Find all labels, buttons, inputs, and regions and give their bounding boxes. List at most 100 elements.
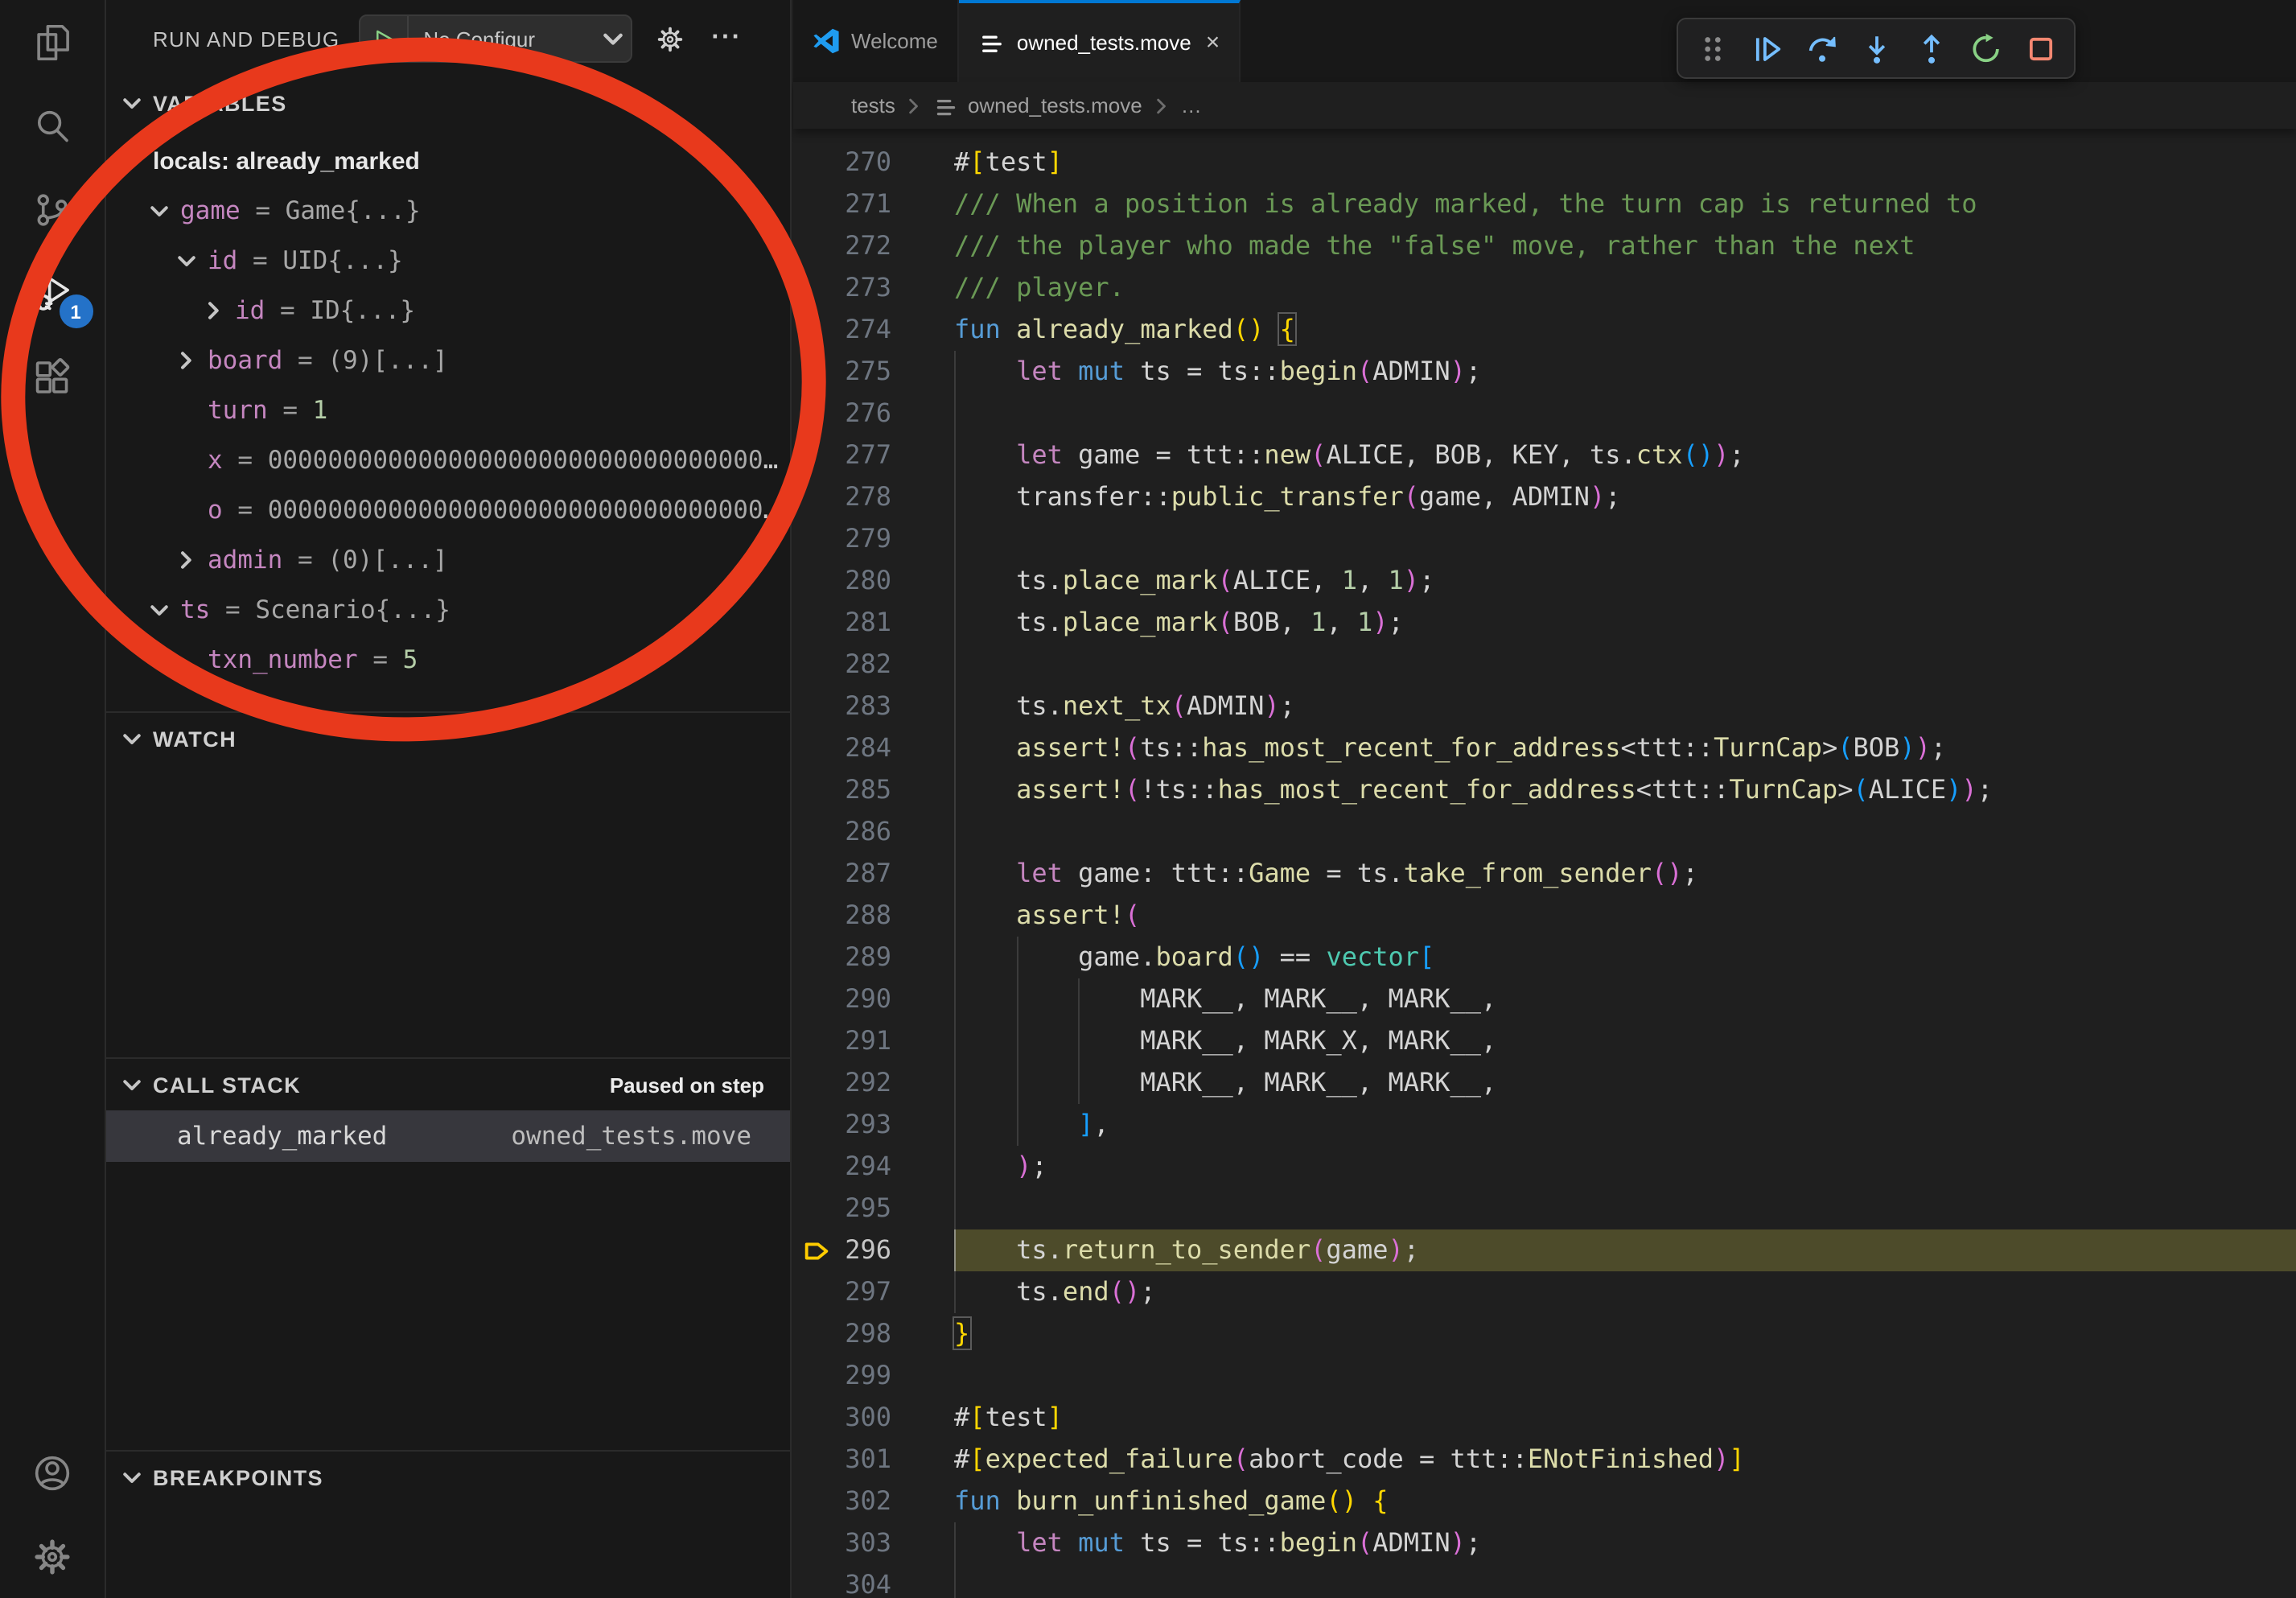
- line-number[interactable]: 274: [838, 309, 891, 351]
- variable-row-ts[interactable]: ts = Scenario{...}: [106, 584, 790, 634]
- breakpoint-gutter[interactable]: [793, 937, 838, 978]
- continue-button[interactable]: [1743, 24, 1791, 72]
- chevron-down-icon[interactable]: [171, 247, 203, 273]
- code-line-content[interactable]: );: [954, 1146, 2296, 1188]
- breadcrumb-item[interactable]: owned_tests.move: [968, 93, 1142, 117]
- start-debug-icon[interactable]: [360, 16, 409, 61]
- breakpoint-gutter[interactable]: [793, 1271, 838, 1313]
- line-number[interactable]: 288: [838, 895, 891, 937]
- code-line-content[interactable]: /// player.: [954, 267, 2296, 309]
- debug-settings-gear-icon[interactable]: [655, 23, 685, 54]
- variable-row-admin[interactable]: admin = (0)[...]: [106, 534, 790, 584]
- debug-current-line-icon[interactable]: [793, 1229, 838, 1271]
- step-over-button[interactable]: [1797, 24, 1845, 72]
- call-stack-header[interactable]: CALL STACK Paused on step: [106, 1059, 790, 1110]
- breakpoint-gutter[interactable]: [793, 1104, 838, 1146]
- line-number[interactable]: 280: [838, 560, 891, 602]
- breakpoints-header[interactable]: BREAKPOINTS: [106, 1452, 790, 1503]
- code-line-content[interactable]: MARK__, MARK__, MARK__,: [954, 978, 2296, 1020]
- breakpoint-gutter[interactable]: [793, 1188, 838, 1229]
- line-number[interactable]: 291: [838, 1020, 891, 1062]
- line-number[interactable]: 296: [838, 1229, 891, 1271]
- activity-item-account[interactable]: [0, 1431, 105, 1514]
- breakpoint-gutter[interactable]: [793, 1313, 838, 1355]
- code-line-content[interactable]: [954, 518, 2296, 560]
- variable-row-txn_number[interactable]: txn_number = 5: [106, 634, 790, 684]
- code-line-content[interactable]: let game: ttt::Game = ts.take_from_sende…: [954, 853, 2296, 895]
- breakpoint-gutter[interactable]: [793, 686, 838, 727]
- step-into-button[interactable]: [1852, 24, 1900, 72]
- activity-item-extensions[interactable]: [0, 335, 105, 418]
- line-number[interactable]: 272: [838, 225, 891, 267]
- line-number[interactable]: 273: [838, 267, 891, 309]
- breakpoint-gutter[interactable]: [793, 142, 838, 183]
- drag-handle[interactable]: [1688, 24, 1736, 72]
- breakpoint-gutter[interactable]: [793, 393, 838, 435]
- line-number[interactable]: 279: [838, 518, 891, 560]
- code-line-content[interactable]: [954, 393, 2296, 435]
- breakpoint-gutter[interactable]: [793, 267, 838, 309]
- line-number[interactable]: 289: [838, 937, 891, 978]
- line-number[interactable]: 286: [838, 811, 891, 853]
- breakpoint-gutter[interactable]: [793, 644, 838, 686]
- line-number[interactable]: 304: [838, 1564, 891, 1598]
- code-line-content[interactable]: assert!(ts::has_most_recent_for_address<…: [954, 727, 2296, 769]
- line-number[interactable]: 287: [838, 853, 891, 895]
- code-line-content[interactable]: /// the player who made the "false" move…: [954, 225, 2296, 267]
- breakpoint-gutter[interactable]: [793, 183, 838, 225]
- code-line-content[interactable]: let game = ttt::new(ALICE, BOB, KEY, ts.…: [954, 435, 2296, 476]
- variable-row-turn[interactable]: turn = 1: [106, 385, 790, 435]
- line-number[interactable]: 270: [838, 142, 891, 183]
- code-line-content[interactable]: fun already_marked() {: [954, 309, 2296, 351]
- code-line-content[interactable]: #[test]: [954, 1397, 2296, 1439]
- line-number[interactable]: 298: [838, 1313, 891, 1355]
- code-line-content[interactable]: [954, 1188, 2296, 1229]
- more-actions-icon[interactable]: ···: [711, 24, 742, 53]
- breakpoint-gutter[interactable]: [793, 895, 838, 937]
- breakpoint-gutter[interactable]: [793, 225, 838, 267]
- line-number[interactable]: 302: [838, 1481, 891, 1522]
- line-number[interactable]: 275: [838, 351, 891, 393]
- code-line-content[interactable]: assert!(: [954, 895, 2296, 937]
- restart-button[interactable]: [1961, 24, 2010, 72]
- code-line-content[interactable]: /// When a position is already marked, t…: [954, 183, 2296, 225]
- code-line-content[interactable]: [954, 1564, 2296, 1598]
- chevron-down-icon[interactable]: [143, 197, 175, 223]
- code-line-content[interactable]: #[test]: [954, 142, 2296, 183]
- line-number[interactable]: 283: [838, 686, 891, 727]
- chevron-right-icon[interactable]: [171, 347, 203, 373]
- code-line-content[interactable]: game.board() == vector[: [954, 937, 2296, 978]
- line-number[interactable]: 294: [838, 1146, 891, 1188]
- variable-row-id[interactable]: id = ID{...}: [106, 285, 790, 335]
- breakpoint-gutter[interactable]: [793, 727, 838, 769]
- variable-row-game[interactable]: game = Game{...}: [106, 185, 790, 235]
- variables-header[interactable]: VARIABLES: [106, 77, 790, 129]
- activity-item-settings[interactable]: [0, 1514, 105, 1598]
- code-line-content[interactable]: transfer::public_transfer(game, ADMIN);: [954, 476, 2296, 518]
- breakpoint-gutter[interactable]: [793, 811, 838, 853]
- code-line-content[interactable]: [954, 811, 2296, 853]
- breakpoint-gutter[interactable]: [793, 518, 838, 560]
- breakpoint-gutter[interactable]: [793, 435, 838, 476]
- watch-header[interactable]: WATCH: [106, 713, 790, 764]
- tab-welcome[interactable]: Welcome: [793, 0, 959, 82]
- breakpoint-gutter[interactable]: [793, 1062, 838, 1104]
- breadcrumb-item[interactable]: …: [1181, 93, 1202, 117]
- variable-row-board[interactable]: board = (9)[...]: [106, 335, 790, 385]
- code-line-content[interactable]: }: [954, 1313, 2296, 1355]
- code-editor[interactable]: 270 #[test] 271 /// When a position is alre…: [793, 129, 2296, 1598]
- breakpoint-gutter[interactable]: [793, 1481, 838, 1522]
- code-line-content[interactable]: MARK__, MARK__, MARK__,: [954, 1062, 2296, 1104]
- line-number[interactable]: 293: [838, 1104, 891, 1146]
- line-number[interactable]: 299: [838, 1355, 891, 1397]
- breakpoint-gutter[interactable]: [793, 602, 838, 644]
- breadcrumb-item[interactable]: tests: [851, 93, 895, 117]
- line-number[interactable]: 271: [838, 183, 891, 225]
- breakpoint-gutter[interactable]: [793, 853, 838, 895]
- variables-scope-row[interactable]: locals: already_marked: [106, 135, 790, 185]
- code-line-content[interactable]: ts.place_mark(ALICE, 1, 1);: [954, 560, 2296, 602]
- code-line-content[interactable]: #[expected_failure(abort_code = ttt::ENo…: [954, 1439, 2296, 1481]
- activity-item-source-control[interactable]: [0, 167, 105, 251]
- code-line-content[interactable]: MARK__, MARK_X, MARK__,: [954, 1020, 2296, 1062]
- code-line-content[interactable]: fun burn_unfinished_game() {: [954, 1481, 2296, 1522]
